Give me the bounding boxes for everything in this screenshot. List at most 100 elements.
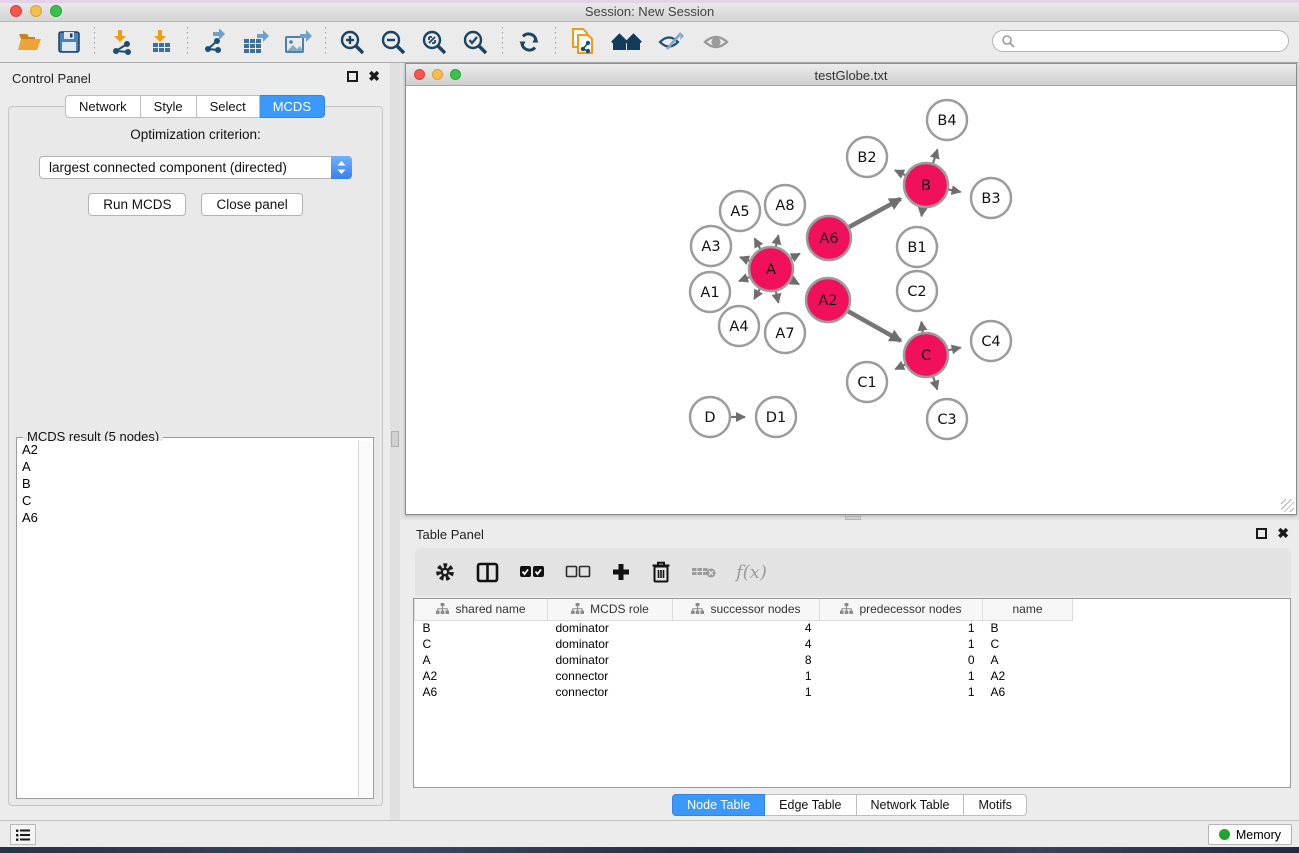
float-panel-icon[interactable] [347,71,358,82]
result-list-item[interactable]: A [18,458,358,475]
graph-edge-B-B2[interactable] [895,170,905,175]
gear-icon[interactable] [427,557,463,587]
table-cell[interactable]: A2 [415,668,548,684]
table-cell[interactable]: 1 [820,668,983,684]
export-network-icon[interactable] [194,27,235,57]
graph-edge-A-A4[interactable] [754,289,760,299]
graph-edge-B-B1[interactable] [921,208,922,217]
graph-edge-A-A7[interactable] [776,291,778,302]
table-row[interactable]: A6connector11A6 [415,684,1073,700]
graph-node-A8[interactable]: A8 [765,185,805,225]
delete-table-icon[interactable] [684,560,723,584]
graph-edge-A-A6[interactable] [791,254,800,259]
import-table-icon[interactable] [141,27,181,57]
result-list-item[interactable]: C [18,492,358,509]
table-cell[interactable]: 1 [673,684,820,700]
graph-node-B[interactable]: B [904,163,948,207]
open-session-icon[interactable] [10,28,50,56]
table-cell[interactable]: dominator [548,636,673,652]
graph-node-C3[interactable]: C3 [927,399,967,439]
export-table-icon[interactable] [235,27,277,57]
column-header-predecessor-nodes[interactable]: predecessor nodes [820,599,983,620]
graph-node-A1[interactable]: A1 [690,272,730,312]
table-cell[interactable]: connector [548,668,673,684]
graph-edge-A-A5[interactable] [755,238,761,248]
tab-network-table[interactable]: Network Table [857,794,965,816]
table-cell[interactable]: C [983,636,1073,652]
delete-column-icon[interactable] [644,557,678,587]
graph-edge-A-A1[interactable] [739,277,749,281]
table-cell[interactable]: connector [548,684,673,700]
table-cell[interactable]: 1 [820,636,983,652]
show-hidden-icon[interactable] [694,28,738,56]
table-cell[interactable]: A [983,652,1073,668]
graph-node-A4[interactable]: A4 [719,306,759,346]
graph-node-A6[interactable]: A6 [807,216,851,260]
graph-edge-B-B3[interactable] [949,190,961,192]
hide-selected-icon[interactable] [650,27,694,57]
table-cell[interactable]: A2 [983,668,1073,684]
graph-edge-A-A8[interactable] [776,235,778,246]
search-input[interactable] [1015,32,1288,50]
graph-node-A7[interactable]: A7 [765,313,805,353]
graph-edge-A-A2[interactable] [791,280,799,284]
import-network-icon[interactable] [101,27,141,57]
column-header-name[interactable]: name [983,599,1073,620]
tab-style[interactable]: Style [141,95,197,118]
table-cell[interactable]: A6 [415,684,548,700]
graph-edge-A-A3[interactable] [740,257,750,261]
table-row[interactable]: Adominator80A [415,652,1073,668]
table-cell[interactable]: dominator [548,652,673,668]
result-list-item[interactable]: A6 [18,509,358,526]
divider-grip[interactable] [391,431,399,447]
zoom-fit-icon[interactable] [414,27,455,58]
graph-node-C[interactable]: C [904,333,948,377]
graph-node-B3[interactable]: B3 [971,178,1011,218]
tab-motifs[interactable]: Motifs [964,794,1026,816]
column-header-MCDS-role[interactable]: MCDS role [548,599,673,620]
graph-node-B2[interactable]: B2 [847,137,887,177]
graph-edge-C-C2[interactable] [921,322,922,333]
close-panel-icon[interactable]: ✖ [368,71,380,82]
table-row[interactable]: Bdominator41B [415,620,1073,636]
table-cell[interactable]: 1 [820,620,983,636]
graph-node-A[interactable]: A [749,247,793,291]
table-cell[interactable]: 1 [820,684,983,700]
table-cell[interactable]: 4 [673,636,820,652]
unselect-all-icon[interactable] [558,561,598,583]
tab-network[interactable]: Network [65,95,141,118]
function-builder-icon[interactable]: f(x) [729,558,774,587]
graph-node-D[interactable]: D [690,397,730,437]
graph-node-B1[interactable]: B1 [897,227,937,267]
table-cell[interactable]: 1 [673,668,820,684]
table-cell[interactable]: B [983,620,1073,636]
export-image-icon[interactable] [277,27,319,57]
column-header-successor-nodes[interactable]: successor nodes [673,599,820,620]
graph-node-A3[interactable]: A3 [691,226,731,266]
graph-edge-C-C1[interactable] [895,365,905,370]
close-panel-icon[interactable]: ✖ [1277,528,1289,539]
window-resize-grip[interactable] [1281,499,1294,512]
graph-node-A2[interactable]: A2 [806,278,850,322]
table-row[interactable]: Cdominator41C [415,636,1073,652]
network-canvas[interactable]: AA1A2A3A4A5A6A7A8BB1B2B3B4CC1C2C3C4DD1 [406,86,1296,514]
zoom-out-icon[interactable] [373,27,414,58]
graph-node-C1[interactable]: C1 [847,362,887,402]
graph-edge-A2-C[interactable] [848,311,901,341]
graph-edge-A6-B[interactable] [849,199,900,227]
clone-network-icon[interactable] [562,25,604,59]
graph-edge-B-B4[interactable] [933,149,937,163]
close-panel-button[interactable]: Close panel [201,193,302,216]
zoom-selected-icon[interactable] [455,27,496,58]
search-field[interactable] [992,30,1289,52]
minimize-network-button[interactable] [432,69,443,80]
tab-mcds[interactable]: MCDS [260,95,325,118]
result-list-scrollbar[interactable] [358,441,372,797]
table-cell[interactable]: B [415,620,548,636]
memory-status-button[interactable]: Memory [1208,824,1292,845]
graph-node-C2[interactable]: C2 [897,271,937,311]
graph-edge-C-C3[interactable] [933,377,937,390]
tab-node-table[interactable]: Node Table [672,794,765,816]
graph-node-B4[interactable]: B4 [927,100,967,140]
save-session-icon[interactable] [50,28,88,56]
